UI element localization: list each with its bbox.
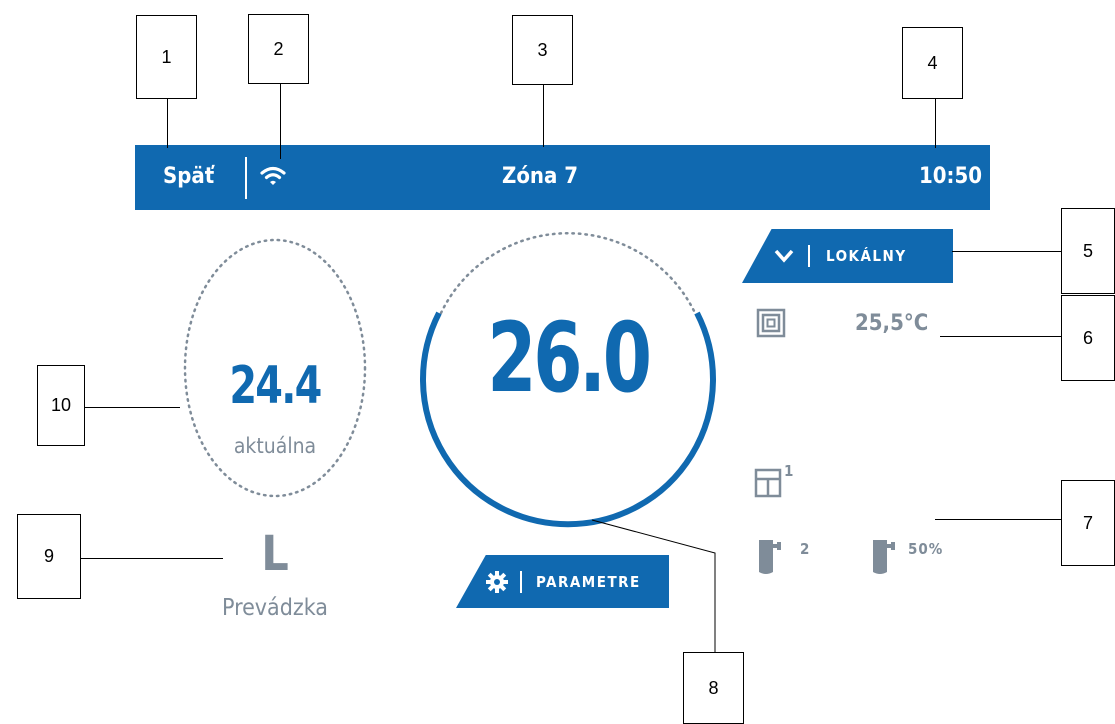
leader-6: [940, 336, 1062, 337]
chevron-down-icon: [774, 249, 794, 263]
leader-10: [83, 407, 180, 408]
current-temp-value: 24.4: [229, 356, 322, 416]
leader-9: [80, 558, 223, 559]
leader-7: [935, 519, 1062, 520]
callout-2: 2: [248, 14, 309, 84]
callout-6: 6: [1061, 295, 1115, 381]
callout-1: 1: [136, 15, 197, 99]
top-bar: Späť Zóna 7 10:50: [135, 145, 990, 210]
callout-5: 5: [1061, 208, 1115, 294]
valve-icon: [873, 540, 895, 574]
wifi-icon[interactable]: [259, 164, 287, 188]
window-sensor-count: 1: [784, 462, 794, 480]
operation-mode-label: Prevádzka: [222, 595, 328, 621]
floor-temperature: 25,5°C: [855, 311, 929, 336]
zone-title: Zóna 7: [501, 164, 579, 189]
actuator-count: 2: [800, 540, 810, 558]
leader-4: [935, 98, 936, 148]
floor-heating-icon: [756, 308, 786, 338]
topbar-divider: [245, 157, 247, 199]
callout-10: 10: [37, 365, 85, 446]
actuator-icon: [759, 540, 781, 574]
leader-1: [167, 98, 168, 148]
back-button[interactable]: Späť: [163, 162, 214, 192]
callout-4: 4: [902, 27, 963, 99]
mode-label: LOKÁLNY: [826, 247, 907, 265]
leader-5: [952, 251, 1062, 252]
setpoint-value[interactable]: 26.0: [470, 303, 667, 413]
valve-opening: 50%: [908, 540, 944, 558]
mode-selector[interactable]: LOKÁLNY: [742, 229, 953, 283]
callout-9: 9: [17, 514, 81, 599]
leader-3: [543, 85, 544, 147]
callout-3: 3: [512, 15, 573, 85]
clock: 10:50: [918, 164, 982, 189]
callout-8: 8: [683, 652, 744, 724]
gear-icon: [486, 570, 508, 593]
window-sensor-icon: [754, 468, 782, 498]
operation-mode-value: L: [261, 526, 289, 582]
callout-7: 7: [1061, 480, 1115, 566]
current-temp-label: aktuálna: [233, 434, 317, 458]
